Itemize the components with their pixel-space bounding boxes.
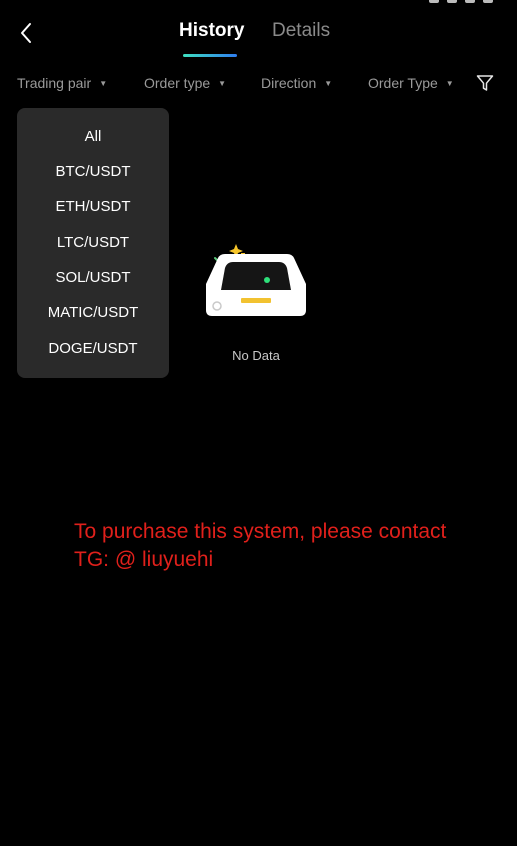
caret-down-icon: ▼ xyxy=(99,78,108,88)
filter-order-type-2[interactable]: Order Type ▼ xyxy=(368,75,454,91)
empty-state-text: No Data xyxy=(232,348,280,363)
filter-trading-pair[interactable]: Trading pair ▼ xyxy=(17,75,107,91)
status-icon xyxy=(429,0,439,3)
dropdown-option-matic-usdt[interactable]: MATIC/USDT xyxy=(17,298,169,328)
contact-watermark: To purchase this system, please contact … xyxy=(74,518,504,574)
filter-label: Trading pair xyxy=(17,75,92,91)
dropdown-option-all[interactable]: All xyxy=(17,122,169,152)
filter-order-type[interactable]: Order type ▼ xyxy=(144,75,226,91)
watermark-line-1: To purchase this system, please contact xyxy=(74,520,447,543)
dropdown-option-ltc-usdt[interactable]: LTC/USDT xyxy=(17,228,169,258)
dropdown-option-btc-usdt[interactable]: BTC/USDT xyxy=(17,157,169,187)
watermark-line-2: TG: @ liuyuehi xyxy=(74,548,214,571)
trading-pair-dropdown: All BTC/USDT ETH/USDT LTC/USDT SOL/USDT … xyxy=(17,108,169,378)
dropdown-option-sol-usdt[interactable]: SOL/USDT xyxy=(17,263,169,293)
filter-direction[interactable]: Direction ▼ xyxy=(261,75,332,91)
caret-down-icon: ▼ xyxy=(445,78,454,88)
funnel-icon[interactable] xyxy=(476,74,494,92)
dropdown-option-doge-usdt[interactable]: DOGE/USDT xyxy=(17,334,169,364)
filter-bar: Trading pair ▼ Order type ▼ Direction ▼ … xyxy=(0,72,517,96)
status-icon xyxy=(465,0,475,3)
status-icon xyxy=(483,0,493,3)
filter-label: Order type xyxy=(144,75,211,91)
filter-label: Direction xyxy=(261,75,317,91)
caret-down-icon: ▼ xyxy=(324,78,333,88)
status-bar-icons xyxy=(429,0,493,6)
tab-history[interactable]: History xyxy=(179,20,244,42)
caret-down-icon: ▼ xyxy=(218,78,227,88)
dropdown-option-eth-usdt[interactable]: ETH/USDT xyxy=(17,192,169,222)
active-tab-indicator xyxy=(183,54,237,57)
empty-box-icon xyxy=(206,244,306,316)
tab-bar: History Details xyxy=(0,20,517,60)
status-icon xyxy=(447,0,457,3)
tab-details[interactable]: Details xyxy=(272,20,330,42)
filter-label: Order Type xyxy=(368,75,438,91)
